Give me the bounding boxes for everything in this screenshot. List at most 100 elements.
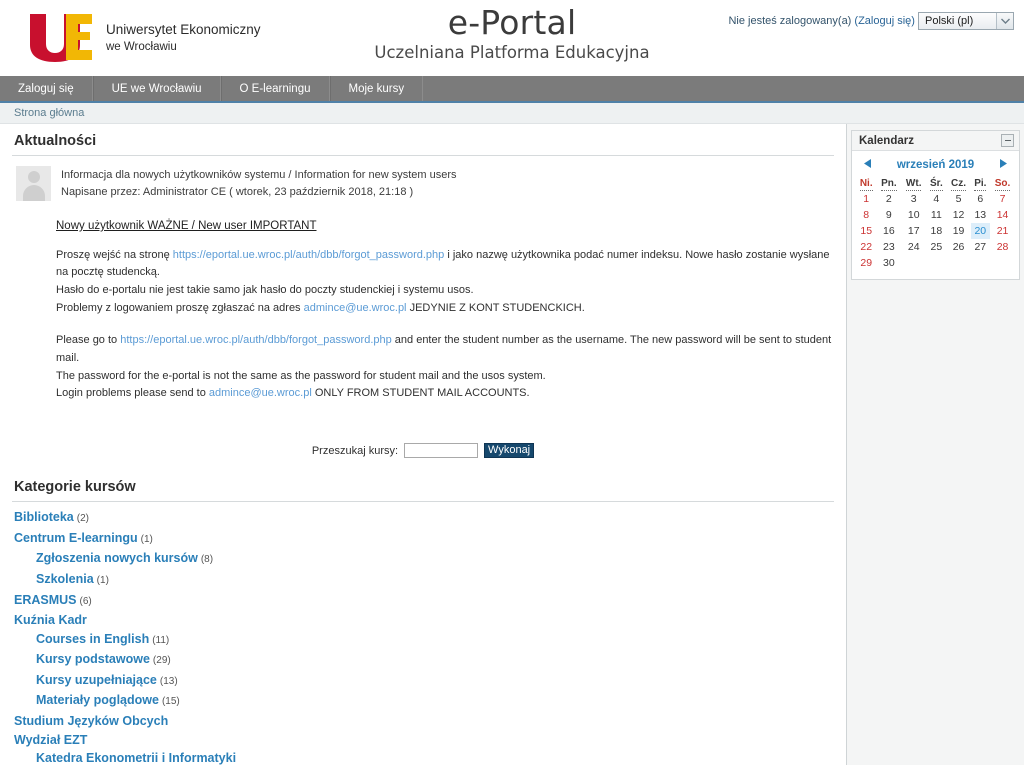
calendar-day-today[interactable]: 20 xyxy=(970,223,991,239)
forgot-password-link-pl[interactable]: https://eportal.ue.wroc.pl/auth/dbb/forg… xyxy=(173,249,445,261)
category-list-item: Katedra Ekonometrii i Informatyki xyxy=(12,749,834,765)
calendar-day[interactable]: 8 xyxy=(856,207,876,223)
triangle-right-icon[interactable] xyxy=(998,159,1007,171)
nav-item-about-elearning[interactable]: O E-learningu xyxy=(220,76,330,101)
calendar-day[interactable]: 5 xyxy=(947,191,971,207)
category-link[interactable]: Zgłoszenia nowych kursów xyxy=(36,551,198,565)
category-list-item: Studium Języków Obcych xyxy=(12,712,834,731)
admin-email-link-pl[interactable]: admince@ue.wroc.pl xyxy=(304,302,407,314)
calendar-day[interactable]: 10 xyxy=(901,207,926,223)
calendar-weekday-label: Pn. xyxy=(881,178,897,191)
news-paragraph-gap xyxy=(56,318,834,332)
category-course-count: (15) xyxy=(161,696,180,708)
news-item: Informacja dla nowych użytkowników syste… xyxy=(12,162,834,201)
calendar-weekday-row: Ni. Pn. Wt. Śr. Cz. Pi. So. xyxy=(856,177,1015,191)
calendar-day[interactable]: 4 xyxy=(926,191,946,207)
category-link[interactable]: Studium Języków Obcych xyxy=(14,714,168,728)
category-course-count: (29) xyxy=(152,655,171,667)
calendar-weekday-header: Pi. xyxy=(971,177,991,191)
course-search-submit-button[interactable]: Wykonaj xyxy=(484,443,535,459)
calendar-block-title: Kalendarz xyxy=(859,134,914,147)
category-list-item: Zgłoszenia nowych kursów (8) xyxy=(12,549,834,570)
calendar-table: Ni. Pn. Wt. Śr. Cz. Pi. So. 1 2 3 4 5 6 7 8 9 10 11 12 13 1… xyxy=(856,177,1015,271)
category-link[interactable]: Courses in English xyxy=(36,632,149,646)
calendar-month-label[interactable]: wrzesień 2019 xyxy=(897,159,974,171)
page-header: Uniwersytet Ekonomiczny we Wrocławiu e-P… xyxy=(0,0,1024,76)
category-link[interactable]: Centrum E-learningu xyxy=(14,531,138,545)
calendar-day-empty xyxy=(926,255,946,271)
calendar-day[interactable]: 30 xyxy=(876,255,901,271)
calendar-day[interactable]: 19 xyxy=(947,223,971,239)
course-search-label: Przeszukaj kursy: xyxy=(311,444,399,457)
category-link[interactable]: Szkolenia xyxy=(36,572,94,586)
nav-item-my-courses[interactable]: Moje kursy xyxy=(329,76,424,101)
calendar-block-body: wrzesień 2019 Ni. Pn. Wt. Śr. Cz. Pi. So. 1234… xyxy=(852,151,1019,279)
category-link[interactable]: Materiały poglądowe xyxy=(36,693,159,707)
calendar-day[interactable]: 17 xyxy=(901,223,926,239)
calendar-day[interactable]: 1 xyxy=(856,191,876,207)
calendar-weekday-label: Wt. xyxy=(905,178,922,191)
calendar-head: Ni. Pn. Wt. Śr. Cz. Pi. So. xyxy=(856,177,1015,191)
calendar-weekday-header: Ni. xyxy=(856,177,876,191)
category-list-item: ERASMUS (6) xyxy=(12,591,834,612)
calendar-body: 1 2 3 4 5 6 7 8 9 10 11 12 13 14 15 16 17 18 19 20 21 22 23 24 2… xyxy=(856,191,1015,271)
category-link[interactable]: Biblioteka xyxy=(14,510,74,524)
course-category-list: Biblioteka (2) Centrum E-learningu (1) Zgłos… xyxy=(12,508,834,765)
calendar-day[interactable]: 27 xyxy=(971,239,991,255)
calendar-weekday-label: Pi. xyxy=(974,178,987,191)
calendar-day[interactable]: 28 xyxy=(990,239,1015,255)
category-list-item: Wydział EZT xyxy=(12,731,834,750)
category-link[interactable]: ERASMUS xyxy=(14,593,77,607)
category-link[interactable]: Kursy podstawowe xyxy=(36,652,150,666)
category-list-item: Centrum E-learningu (1) xyxy=(12,529,834,550)
category-list-item: Szkolenia (1) xyxy=(12,570,834,591)
nav-item-ue-wroclaw[interactable]: UE we Wrocławiu xyxy=(92,76,221,101)
login-link[interactable]: (Zaloguj się) xyxy=(854,15,915,27)
calendar-weekday-label: Cz. xyxy=(951,178,967,191)
news-pl-line3-post: JEDYNIE Z KONT STUDENCKICH. xyxy=(406,302,585,315)
news-pl-line3: Problemy z logowaniem proszę zgłaszać na… xyxy=(56,300,834,318)
course-search-input[interactable] xyxy=(404,443,479,459)
calendar-day[interactable]: 26 xyxy=(947,239,971,255)
forgot-password-link-en[interactable]: https://eportal.ue.wroc.pl/auth/dbb/forg… xyxy=(120,334,392,346)
category-link[interactable]: Kursy uzupełniające xyxy=(36,673,157,687)
calendar-day[interactable]: 25 xyxy=(926,239,946,255)
breadcrumb-home[interactable]: Strona główna xyxy=(14,107,84,119)
calendar-weekday-header: Śr. xyxy=(926,177,946,191)
calendar-day[interactable]: 22 xyxy=(856,239,876,255)
calendar-day[interactable]: 9 xyxy=(876,207,901,223)
category-link[interactable]: Kuźnia Kadr xyxy=(14,613,87,627)
calendar-day[interactable]: 13 xyxy=(971,207,991,223)
calendar-day[interactable]: 18 xyxy=(926,223,946,239)
category-course-count: (11) xyxy=(152,634,170,646)
calendar-day[interactable]: 11 xyxy=(926,207,946,223)
news-section-title: Aktualności xyxy=(12,124,834,156)
calendar-day[interactable]: 3 xyxy=(901,191,926,207)
language-select[interactable]: Polski (pl) xyxy=(918,12,1014,30)
minimize-icon[interactable] xyxy=(1001,134,1014,147)
category-list-item: Kursy podstawowe (29) xyxy=(12,650,834,671)
news-en-line3-post: ONLY FROM STUDENT MAIL ACCOUNTS. xyxy=(311,387,530,400)
news-pl-line3-pre: Problemy z logowaniem proszę zgłaszać na… xyxy=(56,302,304,315)
calendar-day[interactable]: 7 xyxy=(990,191,1015,207)
brand-logo[interactable]: Uniwersytet Ekonomiczny we Wrocławiu xyxy=(28,12,261,64)
category-list-item: Kuźnia Kadr xyxy=(12,611,834,630)
calendar-day[interactable]: 21 xyxy=(990,223,1015,239)
calendar-day[interactable]: 24 xyxy=(901,239,926,255)
triangle-left-icon[interactable] xyxy=(864,159,873,171)
calendar-day[interactable]: 6 xyxy=(971,191,991,207)
calendar-day[interactable]: 12 xyxy=(947,207,971,223)
calendar-day[interactable]: 14 xyxy=(990,207,1015,223)
calendar-day[interactable]: 23 xyxy=(876,239,901,255)
calendar-weekday-header: Wt. xyxy=(901,177,926,191)
nav-item-login[interactable]: Zaloguj się xyxy=(0,76,93,101)
category-link[interactable]: Wydział EZT xyxy=(14,733,87,747)
calendar-day[interactable]: 29 xyxy=(856,255,876,271)
calendar-weekday-label: Ni. xyxy=(859,178,873,191)
admin-email-link-en[interactable]: admince@ue.wroc.pl xyxy=(209,387,312,399)
calendar-day[interactable]: 16 xyxy=(876,223,901,239)
category-link[interactable]: Katedra Ekonometrii i Informatyki xyxy=(36,751,236,765)
calendar-day[interactable]: 15 xyxy=(856,223,876,239)
category-list-item: Kursy uzupełniające (13) xyxy=(12,671,834,692)
calendar-day[interactable]: 2 xyxy=(876,191,901,207)
